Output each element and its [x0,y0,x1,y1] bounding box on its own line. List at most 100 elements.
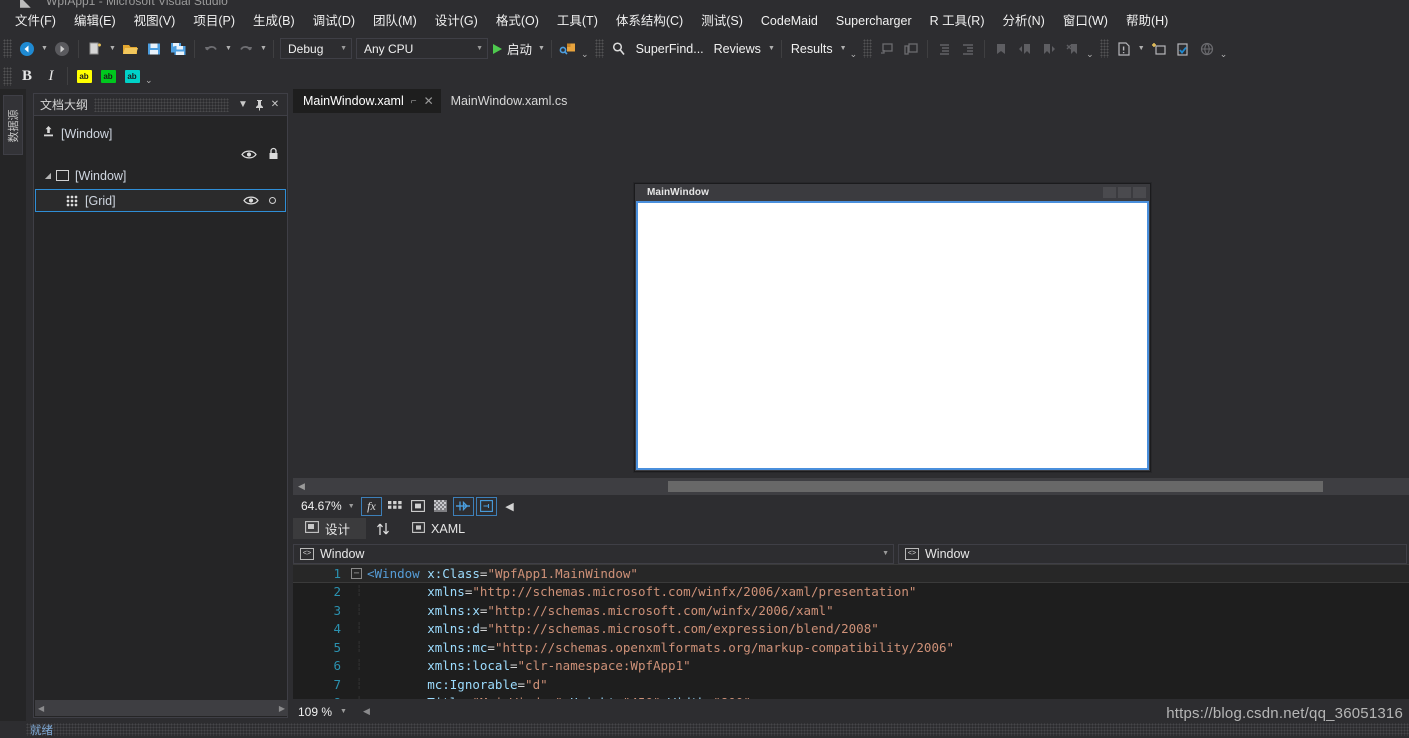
navigate-back-icon[interactable] [15,37,39,60]
outline-node-window[interactable]: ◢ [Window] [34,165,287,186]
solution-configuration-dropdown[interactable]: Debug ▼ [280,38,352,59]
close-icon[interactable]: ✕ [424,94,434,108]
start-debugging-dropdown-icon[interactable]: ▼ [536,37,547,60]
navigate-forward-icon[interactable] [50,37,74,60]
task-list-icon[interactable] [1171,37,1195,60]
menu-item-tools[interactable]: 工具(T) [548,11,607,32]
new-item-icon[interactable] [83,37,107,60]
code-line[interactable]: 6 ┆ xmlns:local="clr-namespace:WpfApp1" [293,657,1409,676]
code-line[interactable]: 3 ┆ xmlns:x="http://schemas.microsoft.com… [293,601,1409,620]
menu-item-help[interactable]: 帮助(H) [1117,11,1177,32]
solution-platform-dropdown[interactable]: Any CPU ▼ [356,38,488,59]
open-file-icon[interactable] [118,37,142,60]
menu-item-team[interactable]: 团队(M) [364,11,426,32]
minimize-icon[interactable] [1103,187,1116,198]
code-line[interactable]: 8┆ Title="MainWindow" Height="450" Width… [293,694,1409,699]
maximize-icon[interactable] [1118,187,1131,198]
bold-button[interactable]: B [15,65,39,88]
pin-icon[interactable]: ⌐ [411,96,417,107]
unlock-circle-icon[interactable] [269,197,276,204]
data-sources-vertical-tab[interactable]: 数据源 [3,95,23,155]
swap-panes-icon[interactable] [366,518,400,539]
menu-item-format[interactable]: 格式(O) [487,11,548,32]
reviews-dropdown-icon[interactable]: ▼ [766,37,777,60]
start-debugging-button[interactable]: 启动 [490,37,536,60]
next-bookmark-icon[interactable] [1037,37,1061,60]
menu-item-edit[interactable]: 编辑(E) [65,11,125,32]
web-browser-icon[interactable] [1195,37,1219,60]
outline-node-grid[interactable]: [Grid] [35,189,286,212]
menu-item-architecture[interactable]: 体系结构(C) [607,11,692,32]
artboard-background-icon[interactable] [430,497,451,516]
pin-icon[interactable] [251,96,267,114]
snap-to-grid-icon[interactable] [384,497,405,516]
code-line[interactable]: 2 ┆ xmlns="http://schemas.microsoft.com/w… [293,583,1409,602]
toolbar-overflow-icon[interactable]: ⌄ [1219,49,1231,63]
toolbar-grip[interactable] [3,66,12,86]
save-all-icon[interactable] [166,37,190,60]
save-icon[interactable] [142,37,166,60]
fold-toggle-icon[interactable]: − [351,567,362,579]
redo-dropdown-icon[interactable]: ▼ [258,37,269,60]
menu-item-file[interactable]: 文件(F) [6,11,65,32]
highlight-cyan-button[interactable]: ab [120,65,144,88]
code-line[interactable]: 5 ┆ xmlns:mc="http://schemas.openxmlforma… [293,638,1409,657]
tab-design-view[interactable]: 设计 [293,518,367,539]
code-line[interactable]: 4 ┆ xmlns:d="http://schemas.microsoft.com… [293,620,1409,639]
previous-bookmark-icon[interactable] [1013,37,1037,60]
designer-scroll-left-arrow[interactable]: ◀ [499,497,520,516]
toolbar-grip[interactable] [594,39,604,58]
scroll-left-arrow[interactable]: ◀ [357,706,370,717]
menu-item-codemaid[interactable]: CodeMaid [752,11,827,32]
design-preview-canvas[interactable] [636,201,1149,470]
scrollbar-thumb[interactable] [668,481,1323,492]
toolbar-grip[interactable] [3,39,12,58]
clear-bookmarks-icon[interactable] [1061,37,1085,60]
tab-mainwindow-xaml[interactable]: MainWindow.xaml ⌐ ✕ [293,89,441,113]
italic-button[interactable]: I [39,65,63,88]
reviews-button[interactable]: Reviews [709,42,766,56]
design-preview-window[interactable]: MainWindow [634,183,1151,472]
menu-item-supercharger[interactable]: Supercharger [827,11,921,32]
lock-icon[interactable] [268,147,279,163]
snap-to-snaplines-icon[interactable] [453,496,474,516]
tab-mainwindow-xaml-cs[interactable]: MainWindow.xaml.cs [440,89,575,113]
undo-dropdown-icon[interactable]: ▼ [223,37,234,60]
toolbar-overflow-icon[interactable]: ⌄ [849,49,861,63]
toolbar-grip[interactable] [1099,39,1109,58]
redo-icon[interactable] [234,37,258,60]
scroll-left-arrow[interactable]: ◀ [298,481,305,492]
navigate-back-dropdown-icon[interactable]: ▼ [39,37,50,60]
eye-icon[interactable] [243,195,259,207]
expander-collapse-icon[interactable]: ◢ [42,170,54,182]
code-nav-member-dropdown[interactable]: <> Window [898,543,1407,564]
menu-item-project[interactable]: 项目(P) [184,11,244,32]
close-icon[interactable] [1133,187,1146,198]
bookmark-icon[interactable] [989,37,1013,60]
tab-xaml-view[interactable]: XAML [400,518,481,539]
menu-item-rtools[interactable]: R 工具(R) [921,11,994,32]
menu-item-view[interactable]: 视图(V) [125,11,185,32]
code-zoom-dropdown[interactable]: 109 % ▼ [293,703,357,720]
superfind-button[interactable]: SuperFind... [631,42,709,56]
comment-selection-icon[interactable] [875,37,899,60]
snap-to-gridlines-icon[interactable] [407,497,428,516]
outline-horizontal-scrollbar[interactable]: ◀ ▶ [35,700,288,716]
error-list-icon[interactable] [1112,37,1136,60]
panel-drag-dots[interactable] [94,97,229,112]
scroll-left-arrow[interactable]: ◀ [38,704,44,713]
menu-item-debug[interactable]: 调试(D) [304,11,364,32]
designer-zoom-dropdown[interactable]: 64.67% ▼ [298,497,360,516]
highlight-green-button[interactable]: ab [96,65,120,88]
menu-item-test[interactable]: 测试(S) [692,11,752,32]
attach-to-process-icon[interactable] [556,37,580,60]
scroll-right-arrow[interactable]: ▶ [279,704,285,713]
new-window-icon[interactable] [1147,37,1171,60]
highlight-yellow-button[interactable]: ab [72,65,96,88]
close-icon[interactable]: ✕ [267,96,283,114]
menu-item-design[interactable]: 设计(G) [426,11,487,32]
toolbar-grip[interactable] [863,39,873,58]
uncomment-selection-icon[interactable] [899,37,923,60]
toolbar-overflow-icon[interactable]: ⌄ [1085,49,1097,63]
chevron-down-icon[interactable]: ▼ [235,96,251,114]
